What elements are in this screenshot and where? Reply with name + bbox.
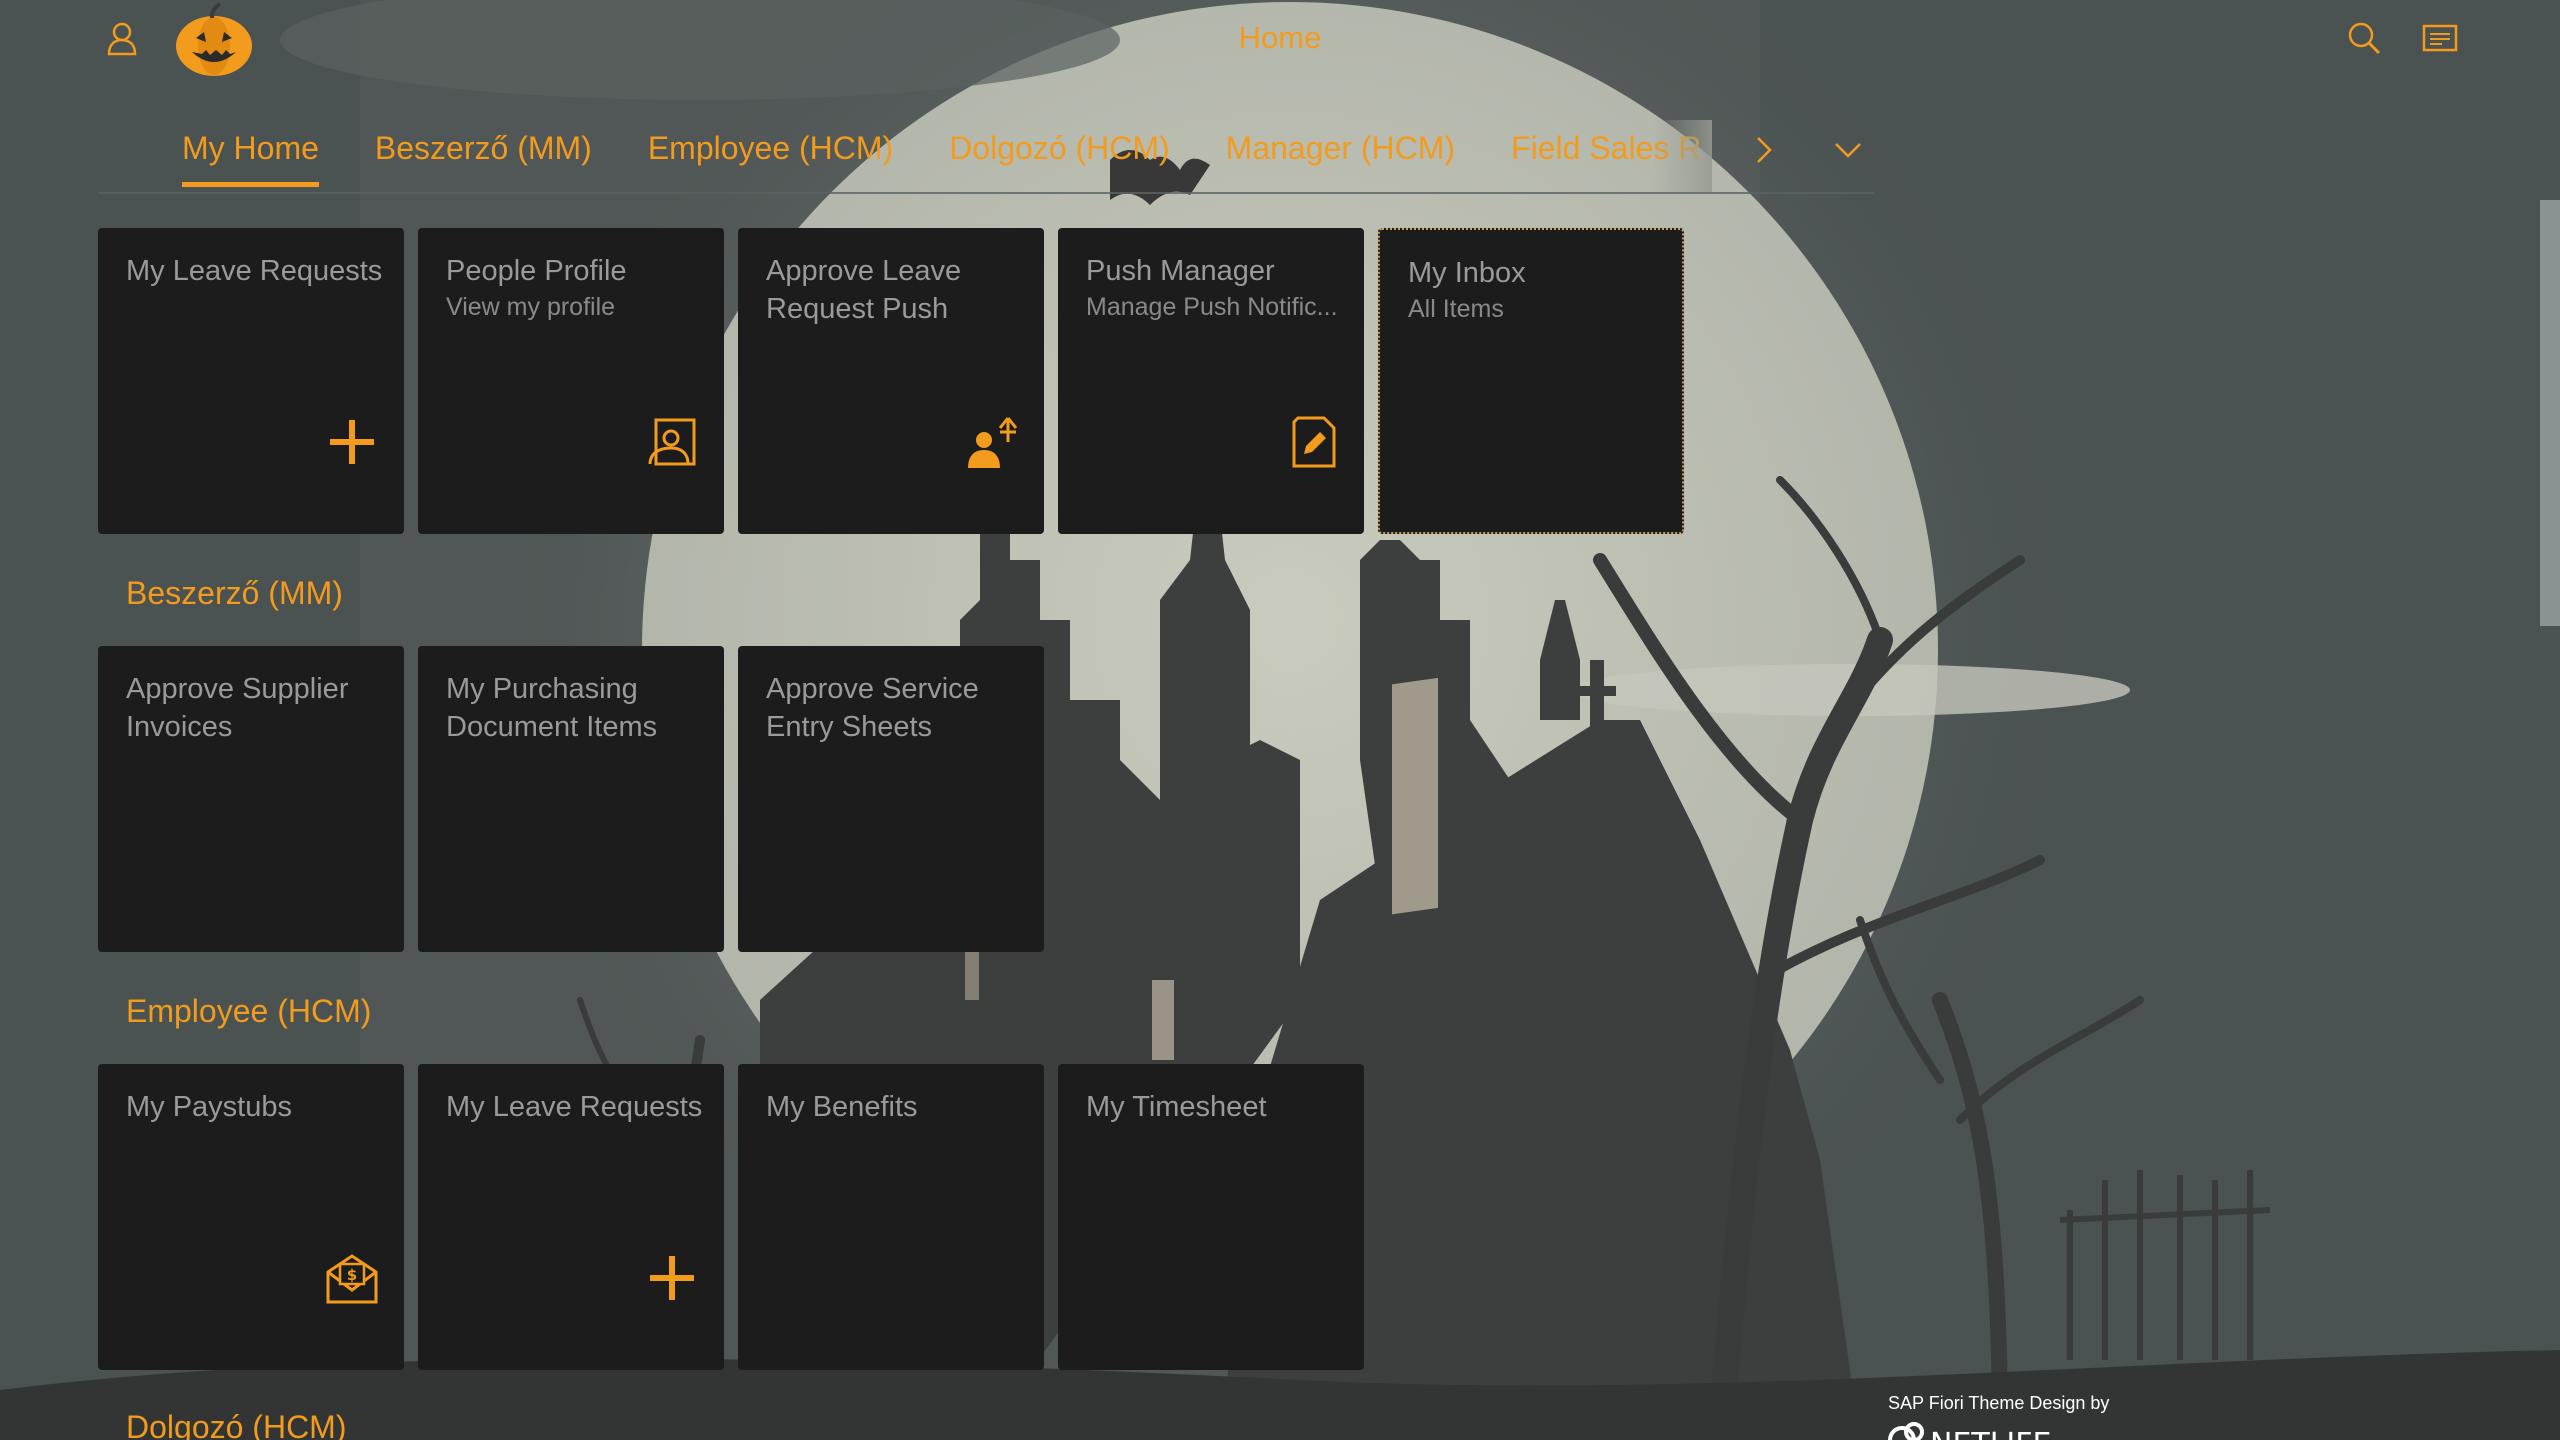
svg-text:$: $ (347, 1266, 357, 1284)
tile-title: My Leave Requests (126, 255, 383, 287)
tile-title: Approve Leave Request Push (766, 255, 962, 325)
person-travel-icon (964, 414, 1020, 470)
tile-subtitle: All Items (1408, 295, 1504, 323)
group-title-dolgozo-hcm: Dolgozó (HCM) (126, 1409, 347, 1440)
tile-approve-service-entry-sheets[interactable]: Approve Service Entry Sheets (738, 646, 1044, 952)
tile-my-purchasing-document-items[interactable]: My Purchasing Document Items (418, 646, 724, 952)
tile-title: Approve Supplier Invoices (126, 673, 349, 743)
tile-approve-supplier-invoices[interactable]: Approve Supplier Invoices (98, 646, 404, 952)
page-scrollbar[interactable] (2540, 200, 2560, 626)
theme-credit: SAP Fiori Theme Design by (1888, 1393, 2110, 1413)
tile-title: Push Manager (1086, 255, 1275, 287)
tile-my-inbox[interactable]: My Inbox All Items (1378, 228, 1684, 534)
tile-people-profile[interactable]: People Profile View my profile (418, 228, 724, 534)
add-icon (324, 414, 380, 470)
tile-title: Approve Service Entry Sheets (766, 673, 979, 743)
tile-title: My Purchasing Document Items (446, 673, 658, 743)
tile-title: My Leave Requests (446, 1091, 703, 1123)
tile-subtitle: Manage Push Notific... (1086, 293, 1338, 321)
tile-title: My Paystubs (126, 1091, 292, 1123)
tile-subtitle: View my profile (446, 293, 616, 321)
tile-title: My Benefits (766, 1091, 918, 1123)
tile-title: People Profile (446, 255, 627, 287)
person-card-icon (644, 414, 700, 470)
tile-push-manager[interactable]: Push Manager Manage Push Notific... (1058, 228, 1364, 534)
paystub-envelope-icon: $ (324, 1250, 380, 1306)
tile-my-benefits[interactable]: My Benefits (738, 1064, 1044, 1370)
brand-logo: NETLIFE (1886, 1418, 2096, 1440)
brand-logo-text: NETLIFE (1930, 1427, 2052, 1440)
tile-my-paystubs[interactable]: My Paystubs $ (98, 1064, 404, 1370)
tile-my-leave-requests-hcm[interactable]: My Leave Requests (418, 1064, 724, 1370)
tile-my-leave-requests[interactable]: My Leave Requests (98, 228, 404, 534)
add-icon (644, 1250, 700, 1306)
group-title-employee-hcm: Employee (HCM) (126, 993, 372, 1029)
document-edit-icon (1284, 414, 1340, 470)
tile-approve-leave-request-push[interactable]: Approve Leave Request Push (738, 228, 1044, 534)
tile-my-timesheet[interactable]: My Timesheet (1058, 1064, 1364, 1370)
group-title-beszerzo-mm: Beszerző (MM) (126, 575, 343, 611)
launchpad-content: My Leave Requests People Profile View my… (0, 0, 2560, 1440)
tile-title: My Timesheet (1086, 1091, 1267, 1123)
tile-title: My Inbox (1408, 257, 1526, 289)
